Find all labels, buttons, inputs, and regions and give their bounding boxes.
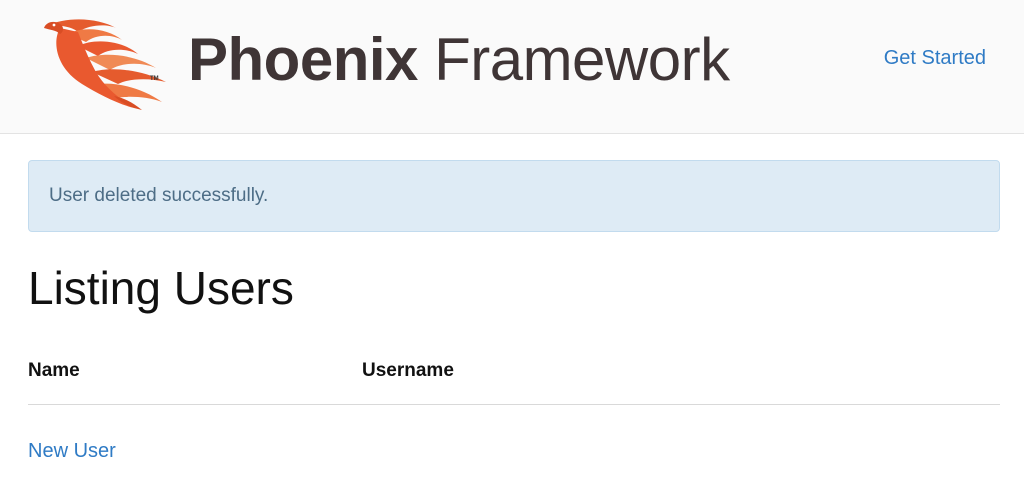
column-header-username: Username [362, 360, 454, 381]
logo-wordmark: Phoenix Framework [188, 25, 730, 95]
flash-message: User deleted successfully. [49, 185, 269, 206]
get-started-link[interactable]: Get Started [884, 47, 986, 70]
page-title: Listing Users [28, 262, 294, 314]
trademark-mark: TM [150, 76, 159, 82]
logo-word-framework: Framework [434, 26, 730, 93]
site-header: TM Phoenix Framework Get Started [0, 0, 1024, 134]
phoenix-logo-link[interactable]: TM Phoenix Framework [38, 12, 730, 112]
users-table: Name Username [28, 352, 1000, 405]
new-user-link[interactable]: New User [28, 440, 116, 463]
phoenix-bird-icon [44, 19, 166, 110]
logo-word-phoenix: Phoenix [188, 26, 418, 93]
flash-info-alert: User deleted successfully. [28, 160, 1000, 232]
column-header-name: Name [28, 360, 80, 381]
